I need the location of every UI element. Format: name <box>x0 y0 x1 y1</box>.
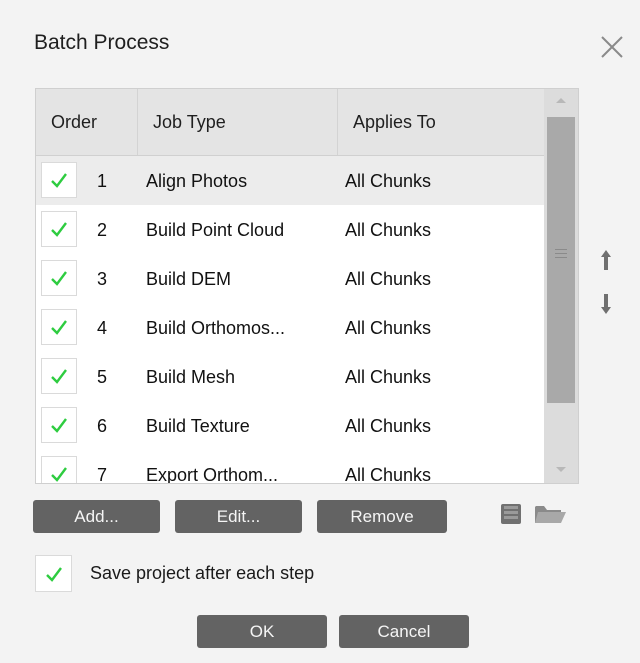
table-row[interactable]: 4 Build Orthomos... All Chunks <box>36 303 544 352</box>
row-job-type: Align Photos <box>146 171 248 191</box>
scroll-down-icon <box>556 467 566 472</box>
move-down-arrow-icon <box>601 294 611 314</box>
table-row[interactable]: 5 Build Mesh All Chunks <box>36 352 544 401</box>
table-body: 1 Align Photos All Chunks 2 Build Point … <box>36 156 544 484</box>
row-job-type: Build Texture <box>146 416 250 436</box>
table-row[interactable]: 1 Align Photos All Chunks <box>36 156 544 205</box>
table-row[interactable]: 7 Export Orthom... All Chunks <box>36 450 544 484</box>
row-checkbox[interactable] <box>41 211 77 247</box>
dialog-title: Batch Process <box>34 31 170 54</box>
scroll-up-button[interactable] <box>544 89 578 115</box>
job-table: Order Job Type Applies To 1 Align Photos… <box>35 88 579 484</box>
close-button[interactable] <box>597 32 627 62</box>
table-row[interactable]: 3 Build DEM All Chunks <box>36 254 544 303</box>
checkmark-icon <box>51 369 67 384</box>
remove-button[interactable]: Remove <box>317 500 447 533</box>
row-order: 3 <box>97 269 108 289</box>
checkmark-icon <box>51 320 67 335</box>
checkmark-icon <box>51 271 67 286</box>
row-applies-to: All Chunks <box>345 318 432 338</box>
row-checkbox[interactable] <box>41 309 77 345</box>
row-applies-to: All Chunks <box>345 269 432 289</box>
move-down-button[interactable] <box>594 289 618 319</box>
row-checkbox[interactable] <box>41 260 77 296</box>
add-button[interactable]: Add... <box>33 500 160 533</box>
save-project-label[interactable]: Save project after each step <box>90 563 314 584</box>
row-order: 2 <box>97 220 108 240</box>
table-row[interactable]: 2 Build Point Cloud All Chunks <box>36 205 544 254</box>
row-checkbox[interactable] <box>41 358 77 394</box>
row-applies-to: All Chunks <box>345 416 432 436</box>
row-order: 1 <box>97 171 108 191</box>
checkmark-icon <box>51 467 67 482</box>
column-header-applies-to[interactable]: Applies To <box>338 89 544 155</box>
close-icon <box>601 36 623 58</box>
scroll-up-icon <box>556 98 566 103</box>
checkmark-icon <box>51 418 67 433</box>
row-job-type: Export Orthom... <box>146 465 279 484</box>
move-up-button[interactable] <box>594 246 618 276</box>
row-applies-to: All Chunks <box>345 465 432 484</box>
checkmark-icon <box>51 222 67 237</box>
row-applies-to: All Chunks <box>345 171 432 191</box>
table-row[interactable]: 6 Build Texture All Chunks <box>36 401 544 450</box>
edit-button[interactable]: Edit... <box>175 500 302 533</box>
row-applies-to: All Chunks <box>345 220 432 240</box>
save-project-checkbox[interactable] <box>35 555 72 592</box>
row-job-type: Build DEM <box>146 269 232 289</box>
checkmark-icon <box>45 566 62 582</box>
row-job-type: Build Orthomos... <box>146 318 286 338</box>
row-checkbox[interactable] <box>41 456 77 483</box>
scrollbar-thumb[interactable] <box>547 117 575 403</box>
row-order: 6 <box>97 416 108 436</box>
column-header-job-type[interactable]: Job Type <box>138 89 338 155</box>
scroll-down-button[interactable] <box>544 457 578 483</box>
table-header: Order Job Type Applies To <box>36 89 544 156</box>
cancel-button[interactable]: Cancel <box>339 615 469 648</box>
row-job-type: Build Point Cloud <box>146 220 285 240</box>
row-applies-to: All Chunks <box>345 367 432 387</box>
checkmark-icon <box>51 173 67 188</box>
scrollbar-grip-icon <box>555 249 567 261</box>
open-folder-icon <box>535 506 566 523</box>
row-job-type: Build Mesh <box>146 367 236 387</box>
move-up-arrow-icon <box>601 250 611 270</box>
ok-button[interactable]: OK <box>197 615 327 648</box>
row-checkbox[interactable] <box>41 407 77 443</box>
open-batch-button[interactable] <box>534 502 568 531</box>
row-checkbox[interactable] <box>41 162 77 198</box>
row-order: 4 <box>97 318 108 338</box>
row-order: 5 <box>97 367 108 387</box>
row-order: 7 <box>97 465 108 484</box>
save-icon <box>501 504 521 524</box>
column-header-order[interactable]: Order <box>36 89 138 155</box>
vertical-scrollbar[interactable] <box>544 89 578 483</box>
save-batch-button[interactable] <box>500 502 522 531</box>
